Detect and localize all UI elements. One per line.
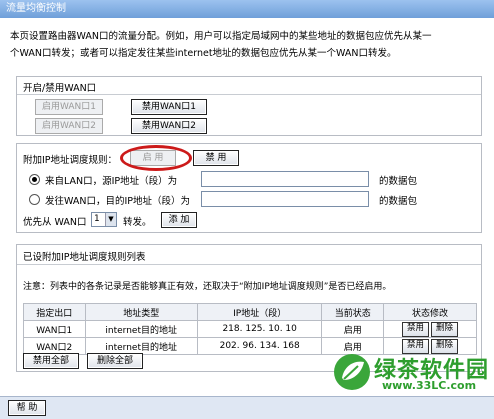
- table-row: WAN口1 internet目的地址 218. 125. 10. 10 启用 禁…: [23, 320, 478, 338]
- window-titlebar: 流量均衡控制: [0, 0, 494, 18]
- rule-list-note: 注意：列表中的各条记录是否能够真正有效，还取决于“附加IP地址调度规则”是否已经…: [23, 282, 392, 292]
- enable-wan2-button[interactable]: 启用WAN口2: [35, 118, 103, 134]
- source-ip-input[interactable]: [201, 171, 369, 187]
- row-status: 启用: [321, 320, 384, 338]
- row-type: internet目的地址: [84, 320, 198, 338]
- column-header: 状态修改: [382, 303, 478, 321]
- dest-wan-label: 发往WAN口，目的IP地址（段）为: [45, 196, 191, 207]
- rule-config-panel: 附加IP地址调度规则： 启 用 禁 用 来自LAN口，源IP地址（段）为 的数据…: [16, 143, 482, 233]
- chevron-down-icon: ▼: [105, 213, 116, 226]
- rule-table: 指定出口 地址类型 IP地址（段） 当前状态 状态修改 WAN口1 intern…: [23, 303, 478, 355]
- row-ip: 218. 125. 10. 10: [196, 320, 323, 338]
- column-header: 当前状态: [321, 303, 384, 321]
- divider: [17, 264, 481, 265]
- window-title: 流量均衡控制: [6, 3, 66, 14]
- dest-ip-input[interactable]: [201, 191, 369, 207]
- leaf-logo-icon: [334, 354, 370, 390]
- bottom-bar: 帮 助: [0, 396, 494, 419]
- description-line-2: 个WAN口转发；或者可以指定发往某些internet地址的数据包应优先从某一个W…: [10, 48, 397, 59]
- priority-suffix: 转发。: [123, 217, 152, 228]
- packet-suffix-1: 的数据包: [379, 176, 418, 187]
- help-button[interactable]: 帮 助: [8, 400, 46, 416]
- divider: [17, 94, 481, 95]
- highlight-circle-annotation: [120, 145, 192, 171]
- enable-wan1-button[interactable]: 启用WAN口1: [35, 99, 103, 115]
- disable-rule-button[interactable]: 禁 用: [193, 150, 239, 166]
- watermark-logo: 绿茶软件园 www.33LC.com: [332, 352, 492, 396]
- row-ip: 202. 96. 134. 168: [196, 337, 323, 355]
- row-delete-button[interactable]: 删除: [430, 321, 458, 337]
- wan-toggle-title: 开启/禁用WAN口: [23, 83, 97, 94]
- page-description: 本页设置路由器WAN口的流量分配。例如，用户可以指定局域网中的某些地址的数据包应…: [10, 28, 484, 62]
- add-rule-button[interactable]: 添 加: [161, 212, 197, 228]
- disable-all-button[interactable]: 禁用全部: [23, 353, 79, 369]
- column-header: 地址类型: [84, 303, 198, 321]
- row-port: WAN口1: [23, 320, 86, 338]
- delete-all-button[interactable]: 删除全部: [87, 353, 143, 369]
- rule-list-title: 已设附加IP地址调度规则列表: [23, 252, 146, 263]
- row-disable-button[interactable]: 禁用: [401, 321, 429, 337]
- wan-port-select-value: 1: [94, 214, 100, 224]
- row-type: internet目的地址: [84, 337, 198, 355]
- source-lan-label: 来自LAN口，源IP地址（段）为: [45, 176, 178, 187]
- source-lan-radio[interactable]: [29, 174, 40, 185]
- disable-wan1-button[interactable]: 禁用WAN口1: [131, 99, 207, 115]
- column-header: IP地址（段）: [196, 303, 323, 321]
- watermark-url: www.33LC.com: [382, 379, 477, 392]
- priority-prefix: 优先从 WAN口: [23, 217, 87, 228]
- packet-suffix-2: 的数据包: [379, 196, 418, 207]
- table-header-row: 指定出口 地址类型 IP地址（段） 当前状态 状态修改: [23, 303, 478, 321]
- wan-toggle-panel: 开启/禁用WAN口 启用WAN口1 禁用WAN口1 启用WAN口2 禁用WAN口…: [16, 76, 482, 136]
- rule-config-label: 附加IP地址调度规则：: [23, 155, 118, 166]
- dest-wan-radio[interactable]: [29, 194, 40, 205]
- disable-wan2-button[interactable]: 禁用WAN口2: [131, 118, 207, 134]
- row-actions: 禁用 删除: [382, 320, 478, 338]
- description-line-1: 本页设置路由器WAN口的流量分配。例如，用户可以指定局域网中的某些地址的数据包应…: [10, 31, 432, 42]
- column-header: 指定出口: [23, 303, 86, 321]
- wan-port-select[interactable]: 1 ▼: [91, 212, 117, 227]
- row-port: WAN口2: [23, 337, 86, 355]
